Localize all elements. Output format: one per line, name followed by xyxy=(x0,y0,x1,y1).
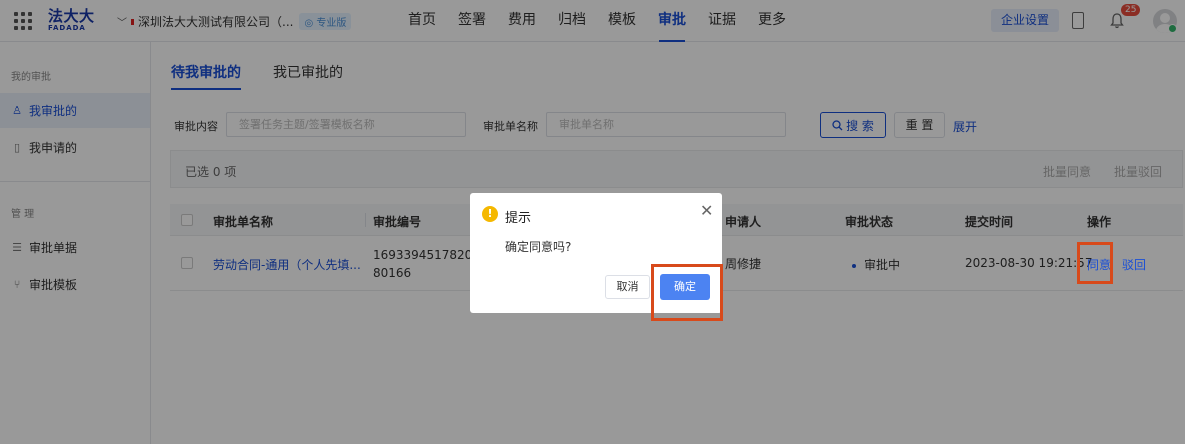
cancel-button[interactable]: 取消 xyxy=(605,275,650,299)
approve-highlight-box xyxy=(1077,242,1113,284)
close-icon[interactable]: ✕ xyxy=(700,203,713,219)
dialog-message: 确定同意吗? xyxy=(505,240,572,254)
dialog-title: 提示 xyxy=(505,211,532,226)
warning-icon: ! xyxy=(482,206,498,222)
confirm-highlight-box xyxy=(651,264,723,321)
reject-action-link[interactable]: 驳回 xyxy=(1122,256,1146,273)
